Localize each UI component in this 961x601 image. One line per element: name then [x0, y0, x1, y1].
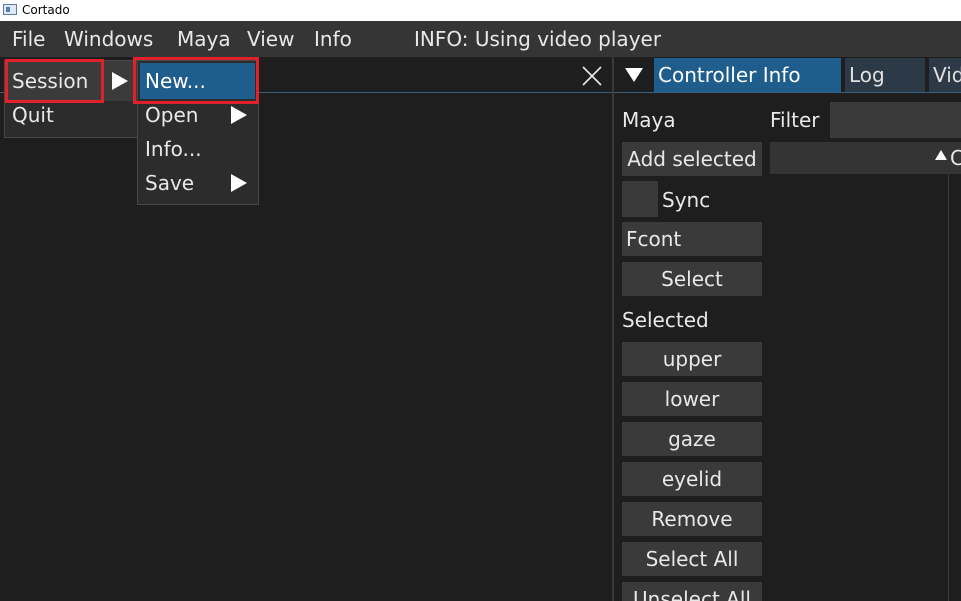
select-button[interactable]: Select: [622, 262, 762, 296]
upper-button[interactable]: upper: [622, 342, 762, 376]
sort-ascending-icon: [935, 150, 947, 160]
app-icon: [3, 4, 17, 15]
list-header[interactable]: C: [770, 142, 961, 174]
tab-log[interactable]: Log: [845, 58, 925, 92]
window-titlebar: Cortado: [0, 0, 961, 21]
menu-item-open[interactable]: Open: [145, 102, 198, 128]
status-message: INFO: Using video player: [414, 27, 662, 51]
menu-bar: File Windows Maya View Info INFO: Using …: [0, 21, 961, 57]
filter-label: Filter: [770, 108, 820, 132]
menu-file[interactable]: File: [8, 26, 49, 52]
gaze-button[interactable]: gaze: [622, 422, 762, 456]
submenu-arrow-icon: [231, 106, 247, 124]
menu-view[interactable]: View: [243, 26, 298, 52]
unselect-all-button[interactable]: Unselect All: [622, 582, 762, 601]
menu-maya[interactable]: Maya: [173, 26, 235, 52]
selected-label: Selected: [622, 308, 709, 332]
filter-input[interactable]: [830, 102, 961, 138]
submenu-arrow-icon: [231, 174, 247, 192]
lower-button[interactable]: lower: [622, 382, 762, 416]
select-all-button[interactable]: Select All: [622, 542, 762, 576]
collapse-arrow-icon[interactable]: [625, 68, 643, 82]
menu-windows[interactable]: Windows: [60, 26, 157, 52]
window-title: Cortado: [22, 3, 70, 17]
menu-item-save[interactable]: Save: [145, 170, 194, 196]
sync-label: Sync: [662, 188, 711, 212]
submenu-arrow-icon: [112, 72, 128, 90]
tab-controller-info[interactable]: Controller Info: [654, 58, 841, 92]
close-icon[interactable]: [578, 62, 606, 90]
tab-video[interactable]: Vid: [929, 58, 961, 92]
menu-item-quit[interactable]: Quit: [12, 102, 54, 128]
list-column-header: C: [950, 146, 961, 170]
highlight-box-session: [5, 59, 104, 103]
remove-button[interactable]: Remove: [622, 502, 762, 536]
list-column-divider: [948, 174, 949, 601]
sync-checkbox[interactable]: [622, 181, 658, 217]
eyelid-button[interactable]: eyelid: [622, 462, 762, 496]
maya-label: Maya: [622, 108, 676, 132]
highlight-box-new: [133, 57, 259, 104]
fcont-field[interactable]: Fcont: [622, 222, 762, 256]
main-viewport: [0, 57, 612, 601]
menu-item-info[interactable]: Info...: [145, 136, 202, 162]
add-selected-button[interactable]: Add selected: [622, 142, 762, 176]
menu-info[interactable]: Info: [310, 26, 356, 52]
